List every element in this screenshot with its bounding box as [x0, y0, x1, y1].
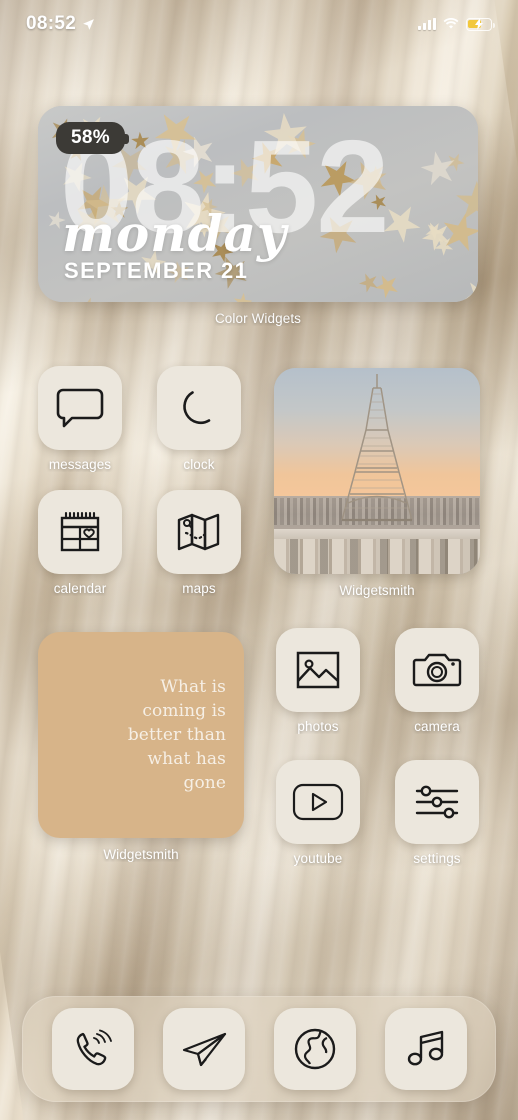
- app-label-clock: clock: [183, 457, 215, 472]
- widgetsmith-quote-label: Widgetsmith: [103, 847, 179, 862]
- color-widgets-widget-wrap: 08:52 monday SEPTEMBER 21 58% Color Widg…: [38, 106, 478, 326]
- app-label-photos: photos: [297, 719, 339, 734]
- picture-frame-icon: [294, 648, 342, 692]
- status-bar: 08:52: [0, 0, 518, 48]
- battery-charging-icon: [466, 17, 495, 31]
- quote-line: gone: [183, 773, 226, 794]
- camera-tile[interactable]: [395, 628, 479, 712]
- app-icon-clock[interactable]: clock: [157, 366, 241, 472]
- clock-tile[interactable]: [157, 366, 241, 450]
- phone-ringing-icon: [70, 1026, 116, 1072]
- quote-line: coming is: [142, 700, 226, 721]
- location-arrow-icon: [82, 18, 95, 31]
- folded-map-icon: [175, 509, 223, 555]
- app-label-calendar: calendar: [53, 581, 107, 596]
- app-icon-photos[interactable]: photos: [276, 628, 360, 734]
- app-icon-messages[interactable]: messages: [38, 366, 122, 472]
- app-label-youtube: youtube: [293, 851, 343, 866]
- maps-tile[interactable]: [157, 490, 241, 574]
- paper-plane-icon: [180, 1029, 228, 1069]
- widgetsmith-photo-label: Widgetsmith: [339, 583, 415, 598]
- dock-app-safari[interactable]: [273, 1008, 356, 1090]
- app-label-settings: settings: [413, 851, 461, 866]
- dock-app-telegram[interactable]: [162, 1008, 245, 1090]
- quote-line: what has: [147, 749, 226, 770]
- status-bar-clock: 08:52: [26, 13, 77, 34]
- safari-tile[interactable]: [273, 1008, 356, 1090]
- lightning-bolt-icon: [475, 18, 483, 30]
- phone-tile[interactable]: [51, 1008, 134, 1090]
- settings-tile[interactable]: [395, 760, 479, 844]
- quote-line: better than: [127, 724, 226, 745]
- widgetsmith-quote-widget-wrap: What is coming is better than what has g…: [38, 632, 244, 862]
- calendar-heart-icon: [56, 508, 104, 556]
- color-widget-weekday: monday: [62, 204, 288, 263]
- status-bar-left: 08:52: [26, 13, 95, 35]
- color-widget-battery-badge: 58%: [56, 122, 129, 154]
- cellular-bars-icon: [418, 18, 436, 30]
- app-icon-maps[interactable]: maps: [157, 490, 241, 596]
- app-label-maps: maps: [182, 581, 216, 596]
- wifi-icon: [443, 18, 459, 30]
- music-note-icon: [404, 1027, 448, 1071]
- telegram-tile[interactable]: [162, 1008, 245, 1090]
- app-label-camera: camera: [414, 719, 460, 734]
- crescent-moon-icon: [176, 385, 222, 431]
- widgetsmith-quote-widget[interactable]: What is coming is better than what has g…: [38, 632, 244, 838]
- app-icon-youtube[interactable]: youtube: [276, 760, 360, 866]
- calendar-tile[interactable]: [38, 490, 122, 574]
- widgetsmith-photo-widget[interactable]: [274, 368, 480, 574]
- dock-app-music[interactable]: [384, 1008, 467, 1090]
- dock-app-phone[interactable]: [51, 1008, 134, 1090]
- app-label-messages: messages: [48, 457, 112, 472]
- color-widget-date: SEPTEMBER 21: [64, 258, 249, 283]
- color-widgets-widget[interactable]: 08:52 monday SEPTEMBER 21 58%: [38, 106, 478, 302]
- music-tile[interactable]: [384, 1008, 467, 1090]
- photos-tile[interactable]: [276, 628, 360, 712]
- color-widgets-widget-label: Color Widgets: [214, 311, 302, 326]
- camera-icon: [412, 649, 462, 691]
- quote-text: What is coming is better than what has g…: [128, 675, 226, 796]
- quote-line: What is: [160, 676, 226, 697]
- messages-tile[interactable]: [38, 366, 122, 450]
- status-bar-right: [418, 17, 495, 31]
- home-screen: 08:52 monday SEPTEMBER 21 58% Color Widg…: [0, 0, 518, 1120]
- app-icon-camera[interactable]: camera: [395, 628, 479, 734]
- building-facade: [274, 538, 480, 574]
- youtube-tile[interactable]: [276, 760, 360, 844]
- eiffel-tower-icon: [330, 372, 424, 522]
- globe-icon: [292, 1026, 338, 1072]
- play-button-icon: [292, 783, 344, 821]
- dock: [22, 996, 496, 1102]
- widgetsmith-photo-widget-wrap: Widgetsmith: [274, 368, 480, 598]
- sliders-icon: [413, 782, 461, 822]
- message-bubble-icon: [55, 386, 105, 430]
- app-icon-calendar[interactable]: calendar: [38, 490, 122, 596]
- app-icon-settings[interactable]: settings: [395, 760, 479, 866]
